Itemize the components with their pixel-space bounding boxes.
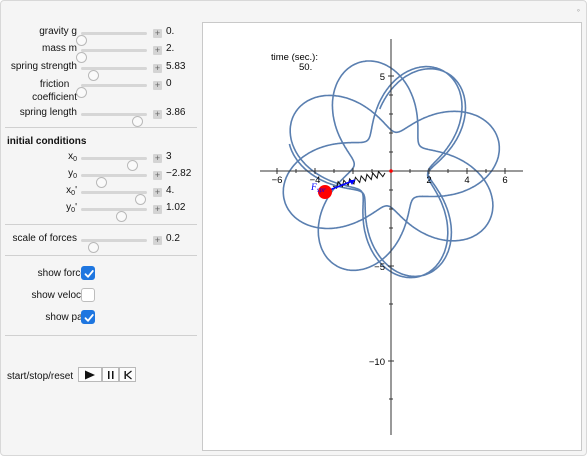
slider-gravity[interactable] bbox=[76, 32, 147, 46]
plus-icon[interactable]: + bbox=[153, 171, 162, 180]
plus-icon[interactable]: + bbox=[153, 236, 162, 245]
slider-value: 1.02 bbox=[166, 202, 186, 213]
slider-label: y0' bbox=[66, 202, 77, 214]
friction-label-line1: friction bbox=[39, 79, 70, 90]
slider-spring-length[interactable] bbox=[81, 113, 147, 127]
reset-corner-icon[interactable]: ◦ bbox=[577, 5, 580, 15]
plus-icon[interactable]: + bbox=[153, 205, 162, 214]
slider-label: mass m bbox=[42, 43, 77, 54]
section-title: initial conditions bbox=[7, 136, 87, 147]
slider-value: 0. bbox=[166, 26, 175, 37]
show-forces-checkbox[interactable] bbox=[81, 266, 95, 280]
slider-row-x0: x0 + 3 bbox=[1, 150, 199, 171]
divider bbox=[5, 335, 197, 336]
controls-label: start/stop/reset bbox=[7, 371, 74, 382]
slider-row-spring-strength: spring strength + 5.83 bbox=[1, 60, 199, 81]
slider-row-y0: y0 + −2.82 bbox=[1, 167, 199, 188]
play-button[interactable] bbox=[78, 367, 102, 382]
slider-row-mass: mass m + 2. bbox=[1, 42, 199, 63]
playback-controls bbox=[78, 367, 136, 382]
x-tick-label: −6 bbox=[272, 175, 283, 186]
slider-label: gravity g bbox=[39, 26, 77, 37]
slider-label: x0 bbox=[68, 151, 77, 163]
slider-row-y0-prime: y0' + 1.02 bbox=[1, 201, 199, 222]
show-velocity-checkbox[interactable] bbox=[81, 288, 95, 302]
slider-y0[interactable] bbox=[81, 174, 147, 188]
slider-label: scale of forces bbox=[12, 233, 77, 244]
slider-row-gravity: gravity g + 0. bbox=[1, 25, 199, 46]
y-tick-label: −5 bbox=[374, 262, 385, 273]
anchor-point bbox=[389, 169, 393, 173]
x-tick-label: 4 bbox=[464, 175, 469, 186]
slider-friction[interactable] bbox=[76, 84, 147, 98]
plus-icon[interactable]: + bbox=[153, 46, 162, 55]
slider-thumb[interactable] bbox=[115, 211, 127, 222]
force-label-sub: spr bbox=[317, 186, 326, 194]
checkbox-row-show-path: show path bbox=[1, 310, 199, 326]
label-sub: 0 bbox=[73, 173, 77, 180]
slider-x0[interactable] bbox=[81, 157, 147, 171]
slider-value: 5.83 bbox=[166, 61, 186, 72]
slider-value: 0 bbox=[166, 78, 172, 89]
checkmark-icon bbox=[84, 270, 94, 278]
plus-icon[interactable]: + bbox=[153, 81, 162, 90]
checkmark-icon bbox=[84, 314, 94, 322]
reset-button[interactable] bbox=[119, 367, 136, 382]
plus-icon[interactable]: + bbox=[153, 110, 162, 119]
time-value: 50. bbox=[299, 62, 312, 73]
slider-thumb[interactable] bbox=[87, 242, 99, 253]
plus-icon[interactable]: + bbox=[153, 29, 162, 38]
slider-value: 2. bbox=[166, 43, 175, 54]
slider-mass[interactable] bbox=[76, 49, 147, 63]
pause-icon bbox=[107, 370, 113, 379]
plus-icon[interactable]: + bbox=[153, 64, 162, 73]
slider-spring-strength[interactable] bbox=[81, 67, 147, 81]
slider-value: 4. bbox=[166, 185, 175, 196]
divider bbox=[5, 224, 197, 225]
checkbox-row-show-velocity: show velocity bbox=[1, 288, 199, 304]
plus-icon[interactable]: + bbox=[153, 154, 162, 163]
pause-button[interactable] bbox=[102, 367, 119, 382]
slider-label: y0 bbox=[68, 168, 77, 180]
app-frame: ◦ gravity g + 0. mass m + 2. spring stre… bbox=[0, 0, 587, 456]
slider-label: friction coefficient bbox=[32, 78, 77, 104]
slider-value: 0.2 bbox=[166, 233, 180, 244]
slider-thumb[interactable] bbox=[76, 87, 87, 98]
label-prime: ' bbox=[75, 202, 77, 213]
y-tick-label: −10 bbox=[369, 357, 385, 368]
divider bbox=[5, 255, 197, 256]
x-tick-label: 6 bbox=[502, 175, 507, 186]
friction-label-line2: coefficient bbox=[32, 92, 77, 103]
skip-back-icon bbox=[124, 370, 132, 379]
slider-value: 3 bbox=[166, 151, 172, 162]
slider-label: spring strength bbox=[10, 61, 77, 72]
y-tick-label: 5 bbox=[380, 72, 385, 83]
slider-value: −2.82 bbox=[166, 168, 192, 179]
show-path-checkbox[interactable] bbox=[81, 310, 95, 324]
slider-scale-of-forces[interactable] bbox=[81, 239, 147, 253]
x-tick-label: 2 bbox=[426, 175, 431, 186]
play-icon bbox=[85, 370, 95, 379]
label-prime: ' bbox=[75, 185, 77, 196]
label-sub: 0 bbox=[73, 156, 77, 163]
slider-row-scale-of-forces: scale of forces + 0.2 bbox=[1, 232, 199, 253]
plot-canvas: −6 −4 2 4 6 5 −5 −10 time (sec.): 50. Fs… bbox=[260, 39, 523, 435]
plus-icon[interactable]: + bbox=[153, 188, 162, 197]
slider-row-spring-length: spring length + 3.86 bbox=[1, 106, 199, 127]
plot-area: −6 −4 2 4 6 5 −5 −10 time (sec.): 50. Fs… bbox=[202, 22, 582, 451]
slider-label: x0' bbox=[66, 185, 77, 197]
divider bbox=[5, 127, 197, 128]
slider-thumb[interactable] bbox=[132, 116, 144, 127]
slider-label: spring length bbox=[19, 107, 77, 118]
slider-y0-prime[interactable] bbox=[81, 208, 147, 222]
slider-value: 3.86 bbox=[166, 107, 186, 118]
slider-row-friction: friction coefficient + 0 bbox=[1, 77, 199, 105]
checkbox-row-show-forces: show forces bbox=[1, 266, 199, 282]
slider-row-x0-prime: x0' + 4. bbox=[1, 184, 199, 205]
slider-x0-prime[interactable] bbox=[81, 191, 147, 205]
